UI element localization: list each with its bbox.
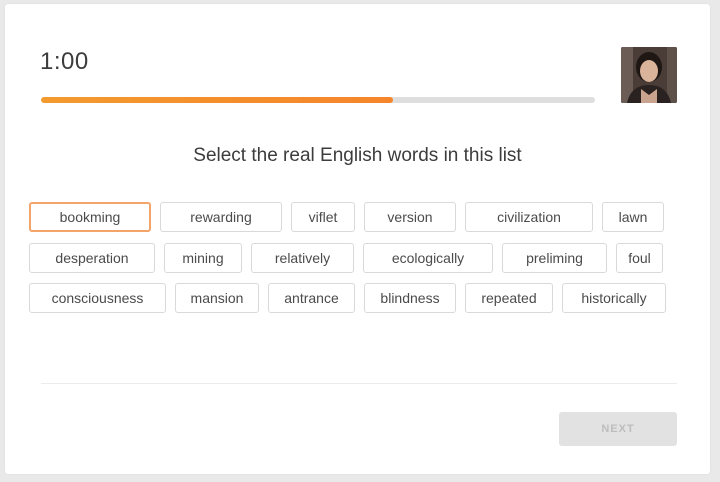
word-chip-antrance[interactable]: antrance — [268, 283, 355, 313]
time-progress-bar — [41, 97, 595, 103]
word-chip-viflet[interactable]: viflet — [291, 202, 355, 232]
word-chip-repeated[interactable]: repeated — [465, 283, 553, 313]
word-chip-historically[interactable]: historically — [562, 283, 666, 313]
word-chip-mansion[interactable]: mansion — [175, 283, 259, 313]
word-chip-foul[interactable]: foul — [616, 243, 663, 273]
word-row-2: desperation mining relatively ecological… — [29, 243, 663, 273]
word-chip-blindness[interactable]: blindness — [364, 283, 456, 313]
word-chip-ecologically[interactable]: ecologically — [363, 243, 493, 273]
word-chip-lawn[interactable]: lawn — [602, 202, 664, 232]
word-row-3: consciousness mansion antrance blindness… — [29, 283, 666, 313]
countdown-timer: 1:00 — [40, 48, 89, 75]
next-button[interactable]: NEXT — [559, 412, 677, 446]
webcam-video-icon — [621, 47, 677, 103]
word-chip-rewarding[interactable]: rewarding — [160, 202, 282, 232]
word-chip-desperation[interactable]: desperation — [29, 243, 155, 273]
webcam-preview — [621, 47, 677, 103]
word-chip-preliming[interactable]: preliming — [502, 243, 607, 273]
test-card: 1:00 Select the real English words in th… — [5, 4, 710, 474]
word-chip-mining[interactable]: mining — [164, 243, 242, 273]
word-chip-version[interactable]: version — [364, 202, 456, 232]
word-chip-bookming[interactable]: bookming — [29, 202, 151, 232]
word-chip-civilization[interactable]: civilization — [465, 202, 593, 232]
word-chip-relatively[interactable]: relatively — [251, 243, 354, 273]
footer-divider — [41, 383, 677, 384]
word-chip-consciousness[interactable]: consciousness — [29, 283, 166, 313]
question-prompt: Select the real English words in this li… — [193, 145, 522, 166]
word-row-1: bookming rewarding viflet version civili… — [29, 202, 664, 232]
time-progress-fill — [41, 97, 393, 103]
